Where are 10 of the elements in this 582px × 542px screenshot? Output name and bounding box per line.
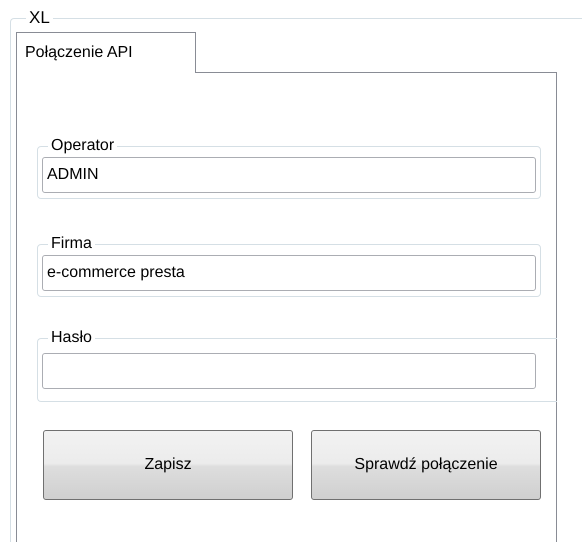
group-title: XL: [28, 9, 51, 28]
field-label: Hasło: [50, 329, 93, 347]
input-field[interactable]: [42, 353, 536, 389]
test-connection-button[interactable]: Sprawdź połączenie: [311, 430, 541, 500]
input-field[interactable]: ADMIN: [42, 157, 536, 193]
field-label: Firma: [50, 235, 93, 253]
input-field[interactable]: e-commerce presta: [42, 255, 536, 291]
field-label: Operator: [50, 137, 116, 155]
save-button[interactable]: Zapisz: [43, 430, 293, 500]
tab[interactable]: Połączenie API: [16, 32, 196, 73]
